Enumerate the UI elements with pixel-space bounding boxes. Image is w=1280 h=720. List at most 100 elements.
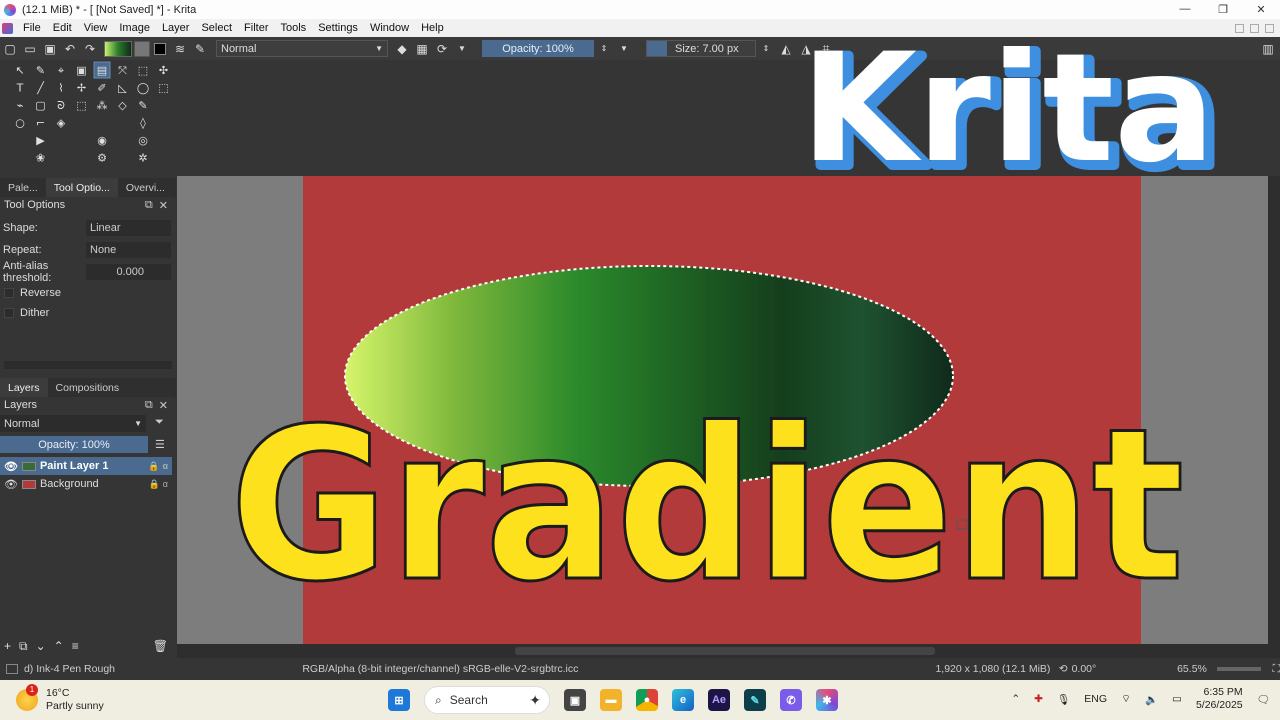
- menu-settings[interactable]: Settings: [312, 22, 364, 34]
- float-docker-icon[interactable]: ⧉: [145, 399, 153, 412]
- zoom-slider[interactable]: [1216, 667, 1261, 671]
- visibility-eye-icon[interactable]: 👁: [4, 460, 18, 473]
- layer-properties-icon[interactable]: ≡: [72, 639, 79, 653]
- notification-icon[interactable]: 🗨: [1257, 693, 1270, 706]
- add-layer-icon[interactable]: +: [4, 639, 11, 653]
- save-icon[interactable]: ▣: [42, 41, 58, 57]
- tab-compositions[interactable]: Compositions: [48, 378, 128, 398]
- language-indicator[interactable]: ENG: [1084, 693, 1107, 705]
- brush-preset-icon[interactable]: ✎: [192, 41, 208, 57]
- ellipse-select-icon[interactable]: ◯: [137, 82, 149, 95]
- rectangle-icon[interactable]: ▢: [35, 99, 45, 112]
- redo-icon[interactable]: ↷: [82, 41, 98, 57]
- lock-icon[interactable]: 🔒: [149, 479, 160, 490]
- zoom-value[interactable]: 65.5%: [1177, 663, 1207, 675]
- weather-widget[interactable]: 1 16°C Partly sunny: [0, 684, 240, 713]
- clock[interactable]: 6:35 PM 5/26/2025: [1196, 686, 1243, 712]
- tool-options-scrollbar[interactable]: [4, 361, 172, 369]
- freehand-path-icon[interactable]: ⌁: [17, 99, 24, 112]
- close-button[interactable]: ✕: [1242, 3, 1280, 16]
- blend-mode-select[interactable]: Normal ▼: [216, 40, 388, 57]
- polygon-icon[interactable]: ▶: [36, 134, 45, 147]
- chevron-down-icon[interactable]: ▼: [454, 41, 470, 57]
- move-icon[interactable]: ✢: [77, 82, 86, 95]
- microphone-icon[interactable]: 🎙: [1057, 693, 1070, 706]
- dynamic-brush-icon[interactable]: ◈: [57, 117, 66, 130]
- horizontal-scrollbar[interactable]: [177, 644, 1280, 658]
- delete-layer-icon[interactable]: 🗑: [153, 639, 168, 653]
- crop-tool-icon[interactable]: ⬚: [76, 99, 86, 112]
- wifi-icon[interactable]: ⌔: [1121, 692, 1131, 706]
- menu-tools[interactable]: Tools: [275, 22, 313, 34]
- measure-icon[interactable]: ◺: [118, 82, 127, 95]
- stepper-icon[interactable]: ⇕: [758, 41, 774, 57]
- layer-blend-select[interactable]: Normal ▼: [0, 415, 146, 432]
- vertical-scrollbar[interactable]: [1268, 176, 1280, 644]
- layer-opacity-slider[interactable]: Opacity: 100%: [0, 436, 148, 453]
- menu-select[interactable]: Select: [195, 22, 238, 34]
- color-swap-icon[interactable]: [152, 41, 168, 57]
- colorpicker-icon[interactable]: ✐: [97, 82, 106, 95]
- brush-settings-icon[interactable]: ≋: [172, 41, 188, 57]
- menu-help[interactable]: Help: [415, 22, 450, 34]
- after-effects-icon[interactable]: Ae: [708, 689, 730, 711]
- magnetic-select-icon[interactable]: ✲: [138, 152, 147, 165]
- minimize-button[interactable]: —: [1166, 3, 1204, 16]
- select-shapes-icon[interactable]: ↖: [15, 64, 24, 77]
- float-docker-icon[interactable]: ⧉: [145, 199, 153, 212]
- freehand-brush-icon[interactable]: ○: [15, 117, 25, 130]
- edit-shapes-icon[interactable]: ⌖: [58, 64, 64, 77]
- canvas-viewport[interactable]: Gradient: [177, 176, 1268, 644]
- tab-palette[interactable]: Pale...: [0, 178, 46, 198]
- move-layer-up-icon[interactable]: ⌃: [54, 639, 64, 653]
- rotation-value[interactable]: 0.00°: [1072, 663, 1152, 675]
- ellipse-icon[interactable]: ⌐: [36, 117, 45, 130]
- repeat-select[interactable]: None: [86, 242, 171, 258]
- visibility-eye-icon[interactable]: 👁: [4, 478, 18, 491]
- fullscreen-icon[interactable]: ⛶: [1273, 663, 1280, 676]
- pattern-preset-button[interactable]: [134, 40, 150, 57]
- line-icon[interactable]: ╱: [36, 81, 45, 95]
- battery-icon[interactable]: ▭: [1172, 693, 1182, 705]
- rotation-icon[interactable]: ⟲: [1059, 663, 1068, 675]
- taskbar-search[interactable]: ⌕ Search ✦: [424, 686, 550, 714]
- size-slider[interactable]: Size: 7.00 px: [646, 40, 756, 57]
- layer-row[interactable]: 👁 Paint Layer 1 🔒 α: [0, 457, 172, 475]
- contiguous-select-icon[interactable]: ⬚: [158, 82, 168, 95]
- menu-image[interactable]: Image: [113, 22, 156, 34]
- alpha-lock-icon[interactable]: α: [162, 461, 168, 472]
- similar-select-icon[interactable]: ◎: [138, 134, 148, 147]
- crop-icon[interactable]: ▣: [76, 64, 86, 77]
- tab-layers[interactable]: Layers: [0, 378, 48, 398]
- rect-select-icon[interactable]: ⬚: [138, 64, 148, 77]
- menu-layer[interactable]: Layer: [156, 22, 196, 34]
- speaker-icon[interactable]: 🔈: [1145, 693, 1158, 706]
- opacity-slider[interactable]: Opacity: 100%: [482, 40, 594, 57]
- menu-window[interactable]: Window: [364, 22, 415, 34]
- viber-icon[interactable]: ✆: [780, 689, 802, 711]
- filter-icon[interactable]: ⏷: [155, 416, 164, 429]
- menu-view[interactable]: View: [78, 22, 114, 34]
- edge-icon[interactable]: e: [672, 689, 694, 711]
- stepper-icon[interactable]: ⇕: [596, 41, 612, 57]
- enclose-fill-icon[interactable]: ⚙: [97, 152, 107, 165]
- close-docker-icon[interactable]: ✕: [159, 199, 168, 212]
- bezier-icon[interactable]: ⌇: [58, 82, 63, 95]
- assistant-icon[interactable]: ◇: [118, 99, 127, 112]
- docker-toggle-icon[interactable]: ▥: [1260, 41, 1276, 57]
- brush-preset-icon[interactable]: [6, 664, 18, 674]
- reload-preset-icon[interactable]: ⟳: [434, 41, 450, 57]
- antialias-input[interactable]: 0.000: [86, 264, 171, 280]
- alpha-lock-icon[interactable]: α: [163, 479, 168, 490]
- multibrush-icon[interactable]: ✣: [159, 64, 168, 77]
- tab-tool-options[interactable]: Tool Optio...: [45, 178, 118, 198]
- open-folder-icon[interactable]: ▭: [22, 41, 38, 57]
- eraser-mode-icon[interactable]: ◆: [394, 41, 410, 57]
- undo-icon[interactable]: ↶: [62, 41, 78, 57]
- krita-taskbar-icon[interactable]: ✱: [816, 689, 838, 711]
- move-layer-down-icon[interactable]: ⌄: [36, 639, 46, 653]
- windows-start-icon[interactable]: ⊞: [388, 689, 410, 711]
- duplicate-layer-icon[interactable]: ⧉: [19, 639, 28, 654]
- mdi-close-icon[interactable]: [1265, 23, 1274, 33]
- mdi-restore-icon[interactable]: [1250, 23, 1259, 33]
